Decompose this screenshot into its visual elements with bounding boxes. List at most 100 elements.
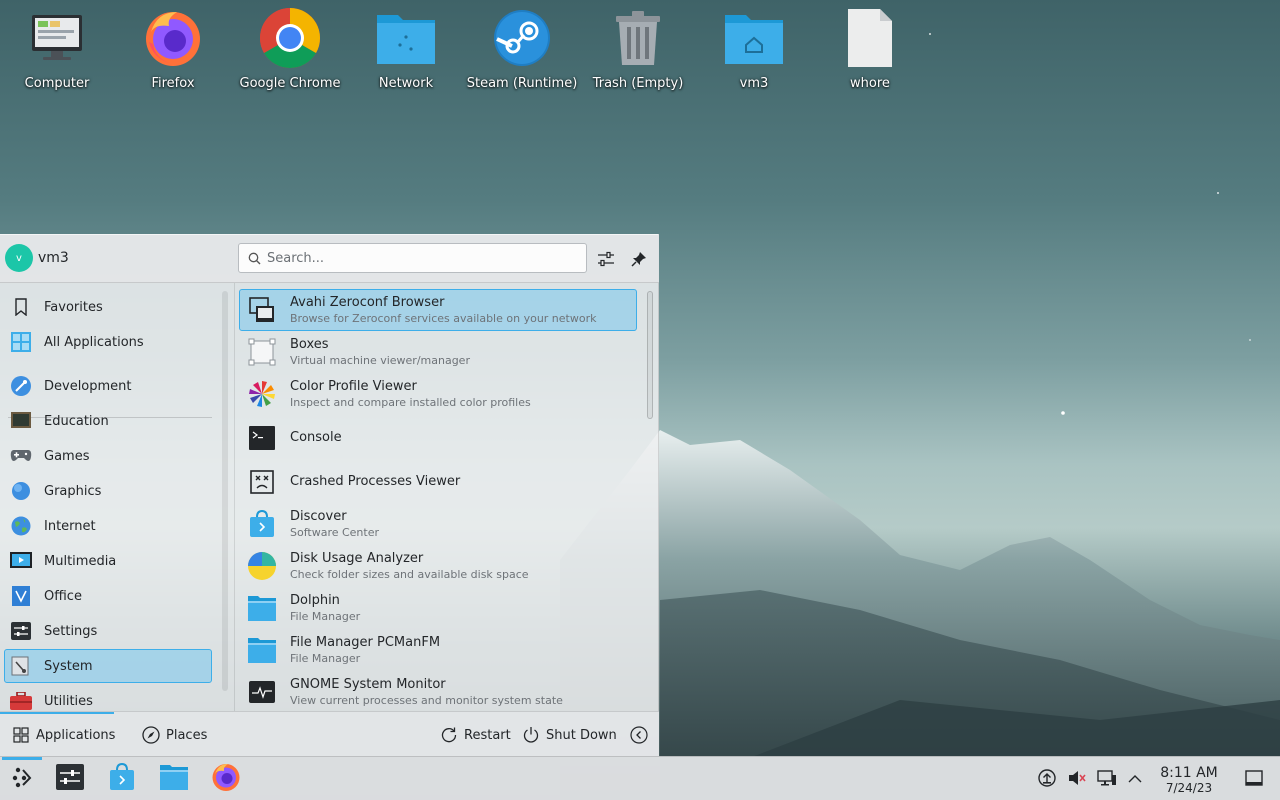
grid-icon bbox=[10, 331, 32, 353]
gamepad-icon bbox=[10, 445, 32, 467]
app-item-disk-usage-analyzer[interactable]: Disk Usage Analyzer Check folder sizes an… bbox=[239, 545, 637, 587]
system-monitor-icon bbox=[246, 676, 278, 708]
applications-grid-icon bbox=[12, 726, 30, 744]
desktop-icon-firefox[interactable]: Firefox bbox=[118, 6, 228, 102]
shut-down-button[interactable]: Shut Down bbox=[522, 712, 617, 758]
category-favorites[interactable]: Favorites bbox=[4, 290, 212, 324]
chevron-left-icon bbox=[630, 726, 648, 744]
desktop-icon-computer[interactable]: Computer bbox=[2, 6, 112, 102]
toolbox-icon bbox=[10, 690, 32, 712]
launcher-active-indicator bbox=[2, 757, 42, 760]
updates-icon bbox=[1038, 769, 1056, 791]
tray-volume[interactable] bbox=[1066, 769, 1088, 791]
computer-icon bbox=[25, 6, 89, 70]
desktop-icon-label: Firefox bbox=[151, 76, 195, 91]
clock-date[interactable]: 7/24/23 bbox=[1150, 781, 1228, 795]
search-box[interactable] bbox=[238, 243, 587, 273]
bookmark-icon bbox=[10, 296, 32, 318]
application-launcher: v vm3 Favorites All Applications Develop… bbox=[0, 234, 659, 757]
show-desktop-button[interactable] bbox=[1243, 769, 1265, 791]
app-item-console[interactable]: Console bbox=[239, 417, 637, 459]
pane-divider bbox=[234, 283, 235, 711]
restart-button[interactable]: Restart bbox=[440, 712, 511, 758]
education-icon bbox=[10, 410, 32, 432]
more-power-options-button[interactable] bbox=[630, 712, 654, 758]
firefox-icon bbox=[211, 762, 241, 796]
volume-muted-icon bbox=[1067, 769, 1087, 791]
desktop-icon-steam[interactable]: Steam (Runtime) bbox=[467, 6, 577, 102]
show-desktop-icon bbox=[1245, 770, 1263, 790]
graphics-icon bbox=[10, 480, 32, 502]
app-launcher-icon bbox=[10, 765, 34, 793]
desktop-icon-label: Google Chrome bbox=[239, 76, 341, 91]
launcher-footer: Applications Places Restart Shut Down bbox=[0, 711, 659, 757]
app-item-avahi-zeroconf-browser[interactable]: Avahi Zeroconf Browser Browse for Zerocon… bbox=[239, 289, 637, 331]
clock-time[interactable]: 8:11 AM bbox=[1150, 765, 1228, 781]
firefox-icon bbox=[141, 6, 205, 70]
power-icon bbox=[522, 726, 540, 744]
desktop-icon-vm3[interactable]: vm3 bbox=[699, 6, 809, 102]
desktop-icon-label: Computer bbox=[24, 76, 90, 91]
desktop-icon-chrome[interactable]: Google Chrome bbox=[235, 6, 345, 102]
discover-icon bbox=[246, 508, 278, 540]
taskbar: 8:11 AM 7/24/23 bbox=[0, 756, 1280, 800]
crash-viewer-icon bbox=[246, 466, 278, 498]
application-scrollbar[interactable] bbox=[647, 291, 653, 419]
desktop-icon-trash[interactable]: Trash (Empty) bbox=[583, 6, 693, 102]
app-item-color-profile-viewer[interactable]: Color Profile Viewer Inspect and compare … bbox=[239, 373, 637, 415]
steam-icon bbox=[490, 6, 554, 70]
tray-updates[interactable] bbox=[1036, 769, 1058, 791]
dolphin-icon bbox=[159, 763, 189, 795]
desktop-icon-whore[interactable]: whore bbox=[815, 6, 925, 102]
chrome-icon bbox=[258, 6, 322, 70]
category-system[interactable]: System bbox=[4, 649, 212, 683]
desktop-icon-network[interactable]: Network bbox=[351, 6, 461, 102]
disk-usage-icon bbox=[246, 550, 278, 582]
globe-icon bbox=[10, 515, 32, 537]
pin-button[interactable] bbox=[627, 247, 651, 271]
category-graphics[interactable]: Graphics bbox=[4, 474, 212, 508]
app-item-gnome-system-monitor[interactable]: GNOME System Monitor View current process… bbox=[239, 671, 637, 709]
network-wired-icon bbox=[1097, 769, 1117, 791]
settings-icon bbox=[10, 620, 32, 642]
configure-button[interactable] bbox=[594, 247, 618, 271]
app-item-discover[interactable]: Discover Software Center bbox=[239, 503, 637, 545]
app-item-boxes[interactable]: Boxes Virtual machine viewer/manager bbox=[239, 331, 637, 373]
app-item-crashed-processes-viewer[interactable]: Crashed Processes Viewer bbox=[239, 461, 637, 503]
category-internet[interactable]: Internet bbox=[4, 509, 212, 543]
category-development[interactable]: Development bbox=[4, 369, 212, 403]
category-scrollbar[interactable] bbox=[222, 291, 228, 691]
home-folder-icon bbox=[722, 6, 786, 70]
file-icon bbox=[838, 6, 902, 70]
restart-icon bbox=[440, 726, 458, 744]
category-education[interactable]: Education bbox=[4, 404, 212, 438]
system-settings-icon bbox=[56, 764, 84, 794]
app-launcher-button[interactable] bbox=[4, 761, 40, 797]
trash-icon bbox=[606, 6, 670, 70]
category-games[interactable]: Games bbox=[4, 439, 212, 473]
system-icon bbox=[10, 655, 32, 677]
app-item-dolphin[interactable]: Dolphin File Manager bbox=[239, 587, 637, 629]
tray-expand-button[interactable] bbox=[1124, 769, 1146, 791]
taskbar-system-settings[interactable] bbox=[52, 761, 88, 797]
category-multimedia[interactable]: Multimedia bbox=[4, 544, 212, 578]
tab-places[interactable]: Places bbox=[142, 712, 207, 758]
taskbar-dolphin[interactable] bbox=[156, 761, 192, 797]
development-icon bbox=[10, 375, 32, 397]
desktop-icon-label: whore bbox=[850, 76, 890, 91]
chevron-up-icon bbox=[1128, 773, 1142, 788]
console-icon bbox=[246, 422, 278, 454]
multimedia-icon bbox=[10, 550, 32, 572]
category-settings[interactable]: Settings bbox=[4, 614, 212, 648]
category-list: Favorites All Applications Development E… bbox=[0, 289, 222, 712]
app-item-file-manager-pcmanfm[interactable]: File Manager PCManFM File Manager bbox=[239, 629, 637, 671]
tab-applications[interactable]: Applications bbox=[12, 712, 115, 758]
search-input[interactable] bbox=[267, 248, 577, 268]
taskbar-firefox[interactable] bbox=[208, 761, 244, 797]
tray-network[interactable] bbox=[1096, 769, 1118, 791]
taskbar-discover[interactable] bbox=[104, 761, 140, 797]
pin-icon bbox=[631, 252, 646, 267]
category-office[interactable]: Office bbox=[4, 579, 212, 613]
avatar[interactable]: v bbox=[5, 244, 33, 272]
category-all-applications[interactable]: All Applications bbox=[4, 325, 212, 359]
